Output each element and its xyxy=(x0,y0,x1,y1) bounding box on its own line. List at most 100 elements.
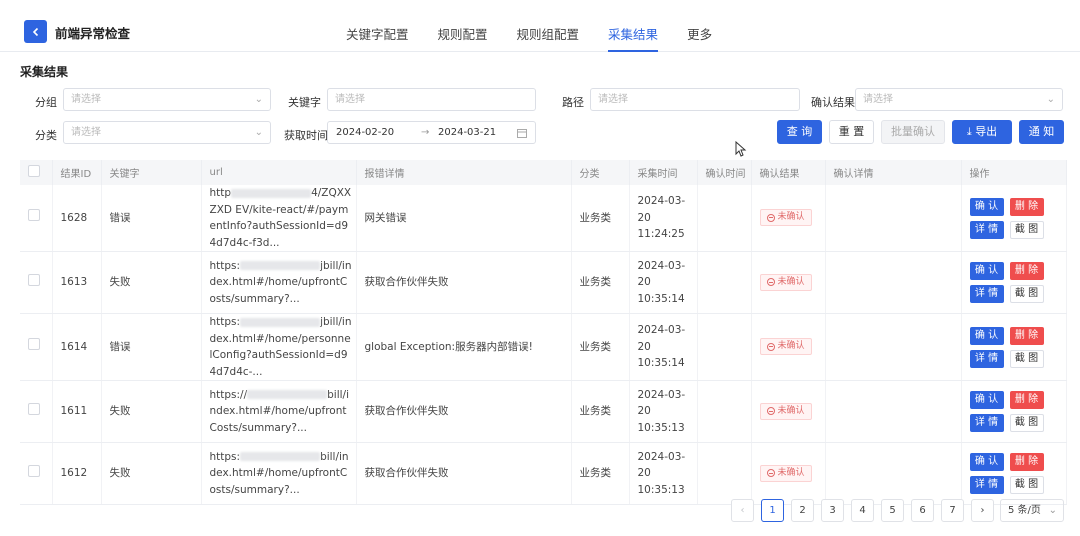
table-header-row: 结果ID 关键字 url 报错详情 分类 采集时间 确认时间 确认结果 确认详情… xyxy=(20,160,1067,185)
row-select-cell xyxy=(20,251,53,314)
tab-rule-group-config[interactable]: 规则组配置 xyxy=(517,24,580,43)
category-label: 分类 xyxy=(35,129,57,142)
row-checkbox[interactable] xyxy=(28,464,40,477)
screenshot-button[interactable]: 截 图 xyxy=(1009,414,1044,432)
table-row[interactable]: 1613 失败 https: jbill/index.html#/home/upf… xyxy=(20,251,1067,314)
confirm-button[interactable]: 确 认 xyxy=(969,326,1004,345)
confirm-result-select[interactable]: 请选择 ⌄ xyxy=(855,88,1063,111)
redacted-url-segment xyxy=(247,390,328,400)
detail-button[interactable]: 详 情 xyxy=(969,220,1004,239)
page-button[interactable]: 7 xyxy=(941,499,964,522)
screenshot-button[interactable]: 截 图 xyxy=(1009,285,1044,303)
delete-button[interactable]: 删 除 xyxy=(1009,326,1044,345)
detail-button[interactable]: 详 情 xyxy=(969,285,1004,303)
category-cell: 业务类 xyxy=(571,442,630,505)
calendar-icon xyxy=(517,129,527,138)
keyword-label: 关键字 xyxy=(288,96,321,109)
next-page-button[interactable]: › xyxy=(971,499,994,522)
page-button[interactable]: 6 xyxy=(911,499,934,522)
page-button[interactable]: 5 xyxy=(881,499,904,522)
result-id-cell: 1613 xyxy=(52,251,102,314)
status-badge: 未确认 xyxy=(759,464,812,482)
screenshot-button[interactable]: 截 图 xyxy=(1009,220,1044,239)
column-header: 报错详情 xyxy=(356,160,572,185)
delete-button[interactable]: 删 除 xyxy=(1009,391,1044,409)
status-badge: 未确认 xyxy=(759,402,812,420)
confirm-time-cell xyxy=(697,442,752,505)
tab-more[interactable]: 更多 xyxy=(687,24,712,43)
page-button[interactable]: 2 xyxy=(791,499,814,522)
detail-button[interactable]: 详 情 xyxy=(969,349,1004,368)
page-size-value: 5 条/页 xyxy=(1008,505,1041,516)
delete-button[interactable]: 删 除 xyxy=(1009,197,1044,216)
detail-button[interactable]: 详 情 xyxy=(969,476,1004,494)
screenshot-button[interactable]: 截 图 xyxy=(1009,349,1044,368)
chevron-left-icon xyxy=(32,27,38,36)
keyword-cell: 错误 xyxy=(101,185,202,252)
error-detail-cell: 获取合作伙伴失败 xyxy=(356,251,572,314)
keyword-cell: 失败 xyxy=(101,380,202,443)
tab-rule-config[interactable]: 规则配置 xyxy=(438,24,488,43)
row-checkbox[interactable] xyxy=(28,209,40,222)
keyword-placeholder: 请选择 xyxy=(335,94,365,105)
category-select[interactable]: 请选择 ⌄ xyxy=(63,121,271,144)
page-button[interactable]: 1 xyxy=(761,499,784,522)
query-button[interactable]: 查 询 xyxy=(777,120,822,144)
confirm-button[interactable]: 确 认 xyxy=(969,453,1004,471)
actions-cell: 确 认 删 除 详 情 截 图 xyxy=(961,380,1067,443)
chevron-down-icon: ⌄ xyxy=(1048,505,1057,516)
status-badge: 未确认 xyxy=(759,273,812,291)
confirm-result-cell: 未确认 xyxy=(751,313,826,381)
screenshot-button[interactable]: 截 图 xyxy=(1009,476,1044,494)
minus-circle-icon xyxy=(766,278,775,286)
table-row[interactable]: 1611 失败 https://bill/index.html#/home/up… xyxy=(20,380,1067,443)
back-button[interactable] xyxy=(24,20,47,43)
column-header: 操作 xyxy=(961,160,1067,185)
tab-collection-results[interactable]: 采集结果 xyxy=(608,24,659,52)
notify-button[interactable]: 通 知 xyxy=(1019,120,1064,144)
path-select[interactable]: 请选择 xyxy=(590,88,800,111)
delete-button[interactable]: 删 除 xyxy=(1009,262,1044,280)
detail-button[interactable]: 详 情 xyxy=(969,414,1004,432)
status-badge: 未确认 xyxy=(759,209,812,226)
collect-clock: 11:24:25 xyxy=(637,228,685,241)
tab-keyword-config[interactable]: 关键字配置 xyxy=(346,24,409,43)
keyword-select[interactable]: 请选择 xyxy=(327,88,536,111)
row-checkbox[interactable] xyxy=(28,273,40,286)
confirm-button[interactable]: 确 认 xyxy=(969,262,1004,280)
path-placeholder: 请选择 xyxy=(598,94,628,105)
redacted-url-segment xyxy=(240,261,321,271)
collect-clock: 10:35:14 xyxy=(637,292,685,305)
group-placeholder: 请选择 xyxy=(71,94,101,105)
confirm-button[interactable]: 确 认 xyxy=(969,391,1004,409)
minus-circle-icon xyxy=(766,469,775,477)
minus-circle-icon xyxy=(766,407,775,415)
prev-page-button[interactable]: ‹ xyxy=(731,499,754,522)
reset-button[interactable]: 重 置 xyxy=(829,120,874,144)
table-row[interactable]: 1612 失败 https: bill/index.html#/home/upfr… xyxy=(20,442,1067,505)
date-range-picker[interactable]: 2024-02-20 → 2024-03-21 xyxy=(327,121,536,144)
confirm-detail-cell xyxy=(825,313,962,381)
page-button[interactable]: 4 xyxy=(851,499,874,522)
result-id-cell: 1611 xyxy=(52,380,102,443)
table-row[interactable]: 1614 错误 https: jbill/index.html#/home/per… xyxy=(20,313,1067,381)
collect-time-cell: 2024-03-20 10:35:13 xyxy=(629,442,698,505)
row-checkbox[interactable] xyxy=(28,402,40,415)
table-row[interactable]: 1628 错误 http 4/ZQXXZXD EV/kite-react/#/pa… xyxy=(20,185,1067,252)
group-select[interactable]: 请选择 ⌄ xyxy=(63,88,271,111)
page-button[interactable]: 3 xyxy=(821,499,844,522)
confirm-button[interactable]: 确 认 xyxy=(969,197,1004,216)
path-label: 路径 xyxy=(562,96,584,109)
url-cell: https: bill/index.html#/home/upfrontCosts… xyxy=(201,442,357,505)
category-cell: 业务类 xyxy=(571,185,630,252)
column-header: 确认详情 xyxy=(825,160,962,185)
select-all-checkbox[interactable] xyxy=(28,165,40,177)
delete-button[interactable]: 删 除 xyxy=(1009,453,1044,471)
page-size-select[interactable]: 5 条/页 ⌄ xyxy=(1000,499,1064,522)
row-checkbox[interactable] xyxy=(28,338,40,351)
keyword-cell: 失败 xyxy=(101,251,202,314)
export-button[interactable]: ⤓ 导出 xyxy=(952,120,1012,144)
mouse-cursor-icon xyxy=(735,141,747,157)
confirm-result-cell: 未确认 xyxy=(751,251,826,314)
batch-confirm-button[interactable]: 批量确认 xyxy=(881,120,945,144)
